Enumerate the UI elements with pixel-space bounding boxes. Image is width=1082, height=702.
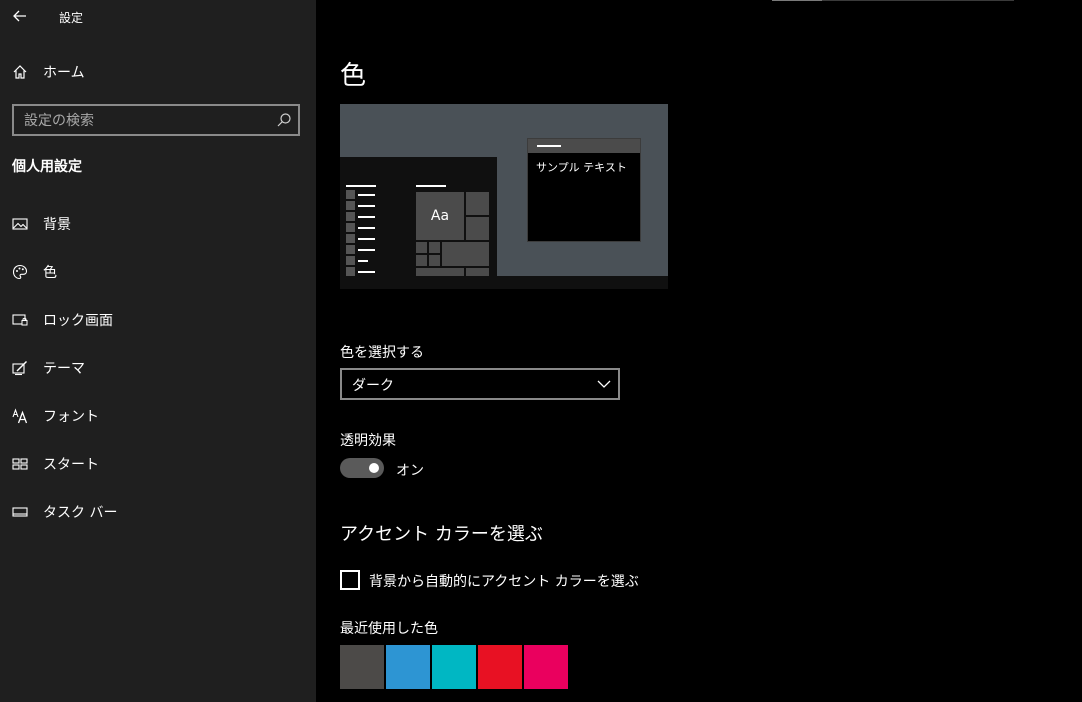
- color-swatch[interactable]: [432, 645, 476, 689]
- preview-tile: [416, 242, 427, 253]
- recent-colors-label: 最近使用した色: [340, 621, 438, 637]
- page-title: 色: [340, 61, 367, 91]
- title-bar: 設定: [0, 0, 316, 32]
- preview-square: [346, 223, 355, 232]
- preview-line: [358, 194, 375, 196]
- sidebar-item-themes[interactable]: テーマ: [0, 348, 316, 388]
- chevron-down-icon: [597, 380, 611, 388]
- preview-taskbar: [340, 276, 668, 289]
- sidebar-item-label: フォント: [43, 409, 99, 425]
- back-arrow-icon: [13, 10, 26, 22]
- preview-line: [358, 271, 375, 273]
- sidebar-item-background[interactable]: 背景: [0, 204, 316, 244]
- color-swatch[interactable]: [340, 645, 384, 689]
- choose-color-label: 色を選択する: [340, 345, 424, 361]
- sidebar-item-label: テーマ: [43, 361, 85, 377]
- choose-color-dropdown[interactable]: ダーク: [340, 368, 620, 400]
- preview-tile: [466, 192, 489, 215]
- transparency-state: オン: [396, 463, 424, 479]
- main-content: 色 Aa サンプル テキスト 色を選択する ダーク 透明効果 オン アクセント …: [316, 0, 1082, 702]
- preview-sample-text: サンプル テキスト: [536, 161, 627, 174]
- preview-tile: [442, 242, 489, 266]
- palette-icon: [11, 263, 29, 281]
- sidebar-item-lock-screen[interactable]: ロック画面: [0, 300, 316, 340]
- sidebar-item-label: 色: [43, 265, 57, 281]
- preview-square: [346, 212, 355, 221]
- preview-square: [346, 267, 355, 276]
- preview-line: [358, 205, 375, 207]
- preview-square: [346, 234, 355, 243]
- sidebar-item-label: タスク バー: [43, 505, 118, 521]
- picture-icon: [11, 215, 29, 233]
- preview-square: [346, 190, 355, 199]
- color-swatch[interactable]: [386, 645, 430, 689]
- auto-accent-label[interactable]: 背景から自動的にアクセント カラーを選ぶ: [369, 571, 639, 591]
- auto-accent-checkbox[interactable]: [340, 570, 360, 590]
- search-icon[interactable]: [276, 112, 292, 128]
- back-button[interactable]: [8, 4, 32, 28]
- preview-line: [358, 260, 368, 262]
- nav-home-label: ホーム: [43, 65, 85, 81]
- color-swatch[interactable]: [524, 645, 568, 689]
- preview-square: [346, 256, 355, 265]
- sidebar: 設定 ホーム 個人用設定 背景 色 ロック画面: [0, 0, 316, 702]
- preview-line: [346, 185, 376, 187]
- taskbar-icon: [11, 503, 29, 521]
- accent-heading: アクセント カラーを選ぶ: [340, 524, 543, 545]
- preview-line: [358, 227, 375, 229]
- preview-tile: [429, 255, 440, 266]
- app-title: 設定: [59, 11, 84, 25]
- preview-tile: [416, 268, 464, 276]
- preview-tile: [466, 268, 489, 276]
- choose-color-value: ダーク: [352, 378, 394, 394]
- start-icon: [11, 455, 29, 473]
- preview-square: [346, 245, 355, 254]
- lock-screen-icon: [11, 311, 29, 329]
- nav-home[interactable]: ホーム: [0, 52, 316, 92]
- font-icon: [11, 407, 29, 425]
- sidebar-item-label: スタート: [43, 457, 99, 473]
- preview-line: [416, 185, 446, 187]
- sidebar-item-label: ロック画面: [43, 313, 113, 329]
- sidebar-item-start[interactable]: スタート: [0, 444, 316, 484]
- section-heading: 個人用設定: [12, 159, 82, 175]
- preview-tile-aa: Aa: [416, 192, 464, 240]
- preview-window: サンプル テキスト: [527, 138, 641, 242]
- search-box[interactable]: [12, 104, 300, 136]
- sidebar-item-fonts[interactable]: フォント: [0, 396, 316, 436]
- transparency-label: 透明効果: [340, 433, 396, 449]
- sidebar-item-taskbar[interactable]: タスク バー: [0, 492, 316, 532]
- preview-tile: [466, 217, 489, 240]
- sidebar-item-label: 背景: [43, 217, 71, 233]
- preview-line: [358, 238, 375, 240]
- theme-icon: [11, 359, 29, 377]
- toggle-knob: [369, 463, 379, 473]
- preview-tile: [416, 255, 427, 266]
- home-icon: [11, 63, 29, 81]
- color-swatch[interactable]: [478, 645, 522, 689]
- search-input[interactable]: [24, 111, 274, 131]
- preview-line: [358, 216, 375, 218]
- preview-tile: [429, 242, 440, 253]
- color-preview: Aa サンプル テキスト: [340, 104, 668, 289]
- preview-dash: [537, 145, 561, 147]
- window-edge-highlight: [772, 0, 822, 1]
- preview-line: [358, 249, 375, 251]
- preview-square: [346, 201, 355, 210]
- sidebar-item-colors[interactable]: 色: [0, 252, 316, 292]
- preview-window-titlebar: [528, 139, 640, 153]
- transparency-toggle[interactable]: [340, 458, 384, 478]
